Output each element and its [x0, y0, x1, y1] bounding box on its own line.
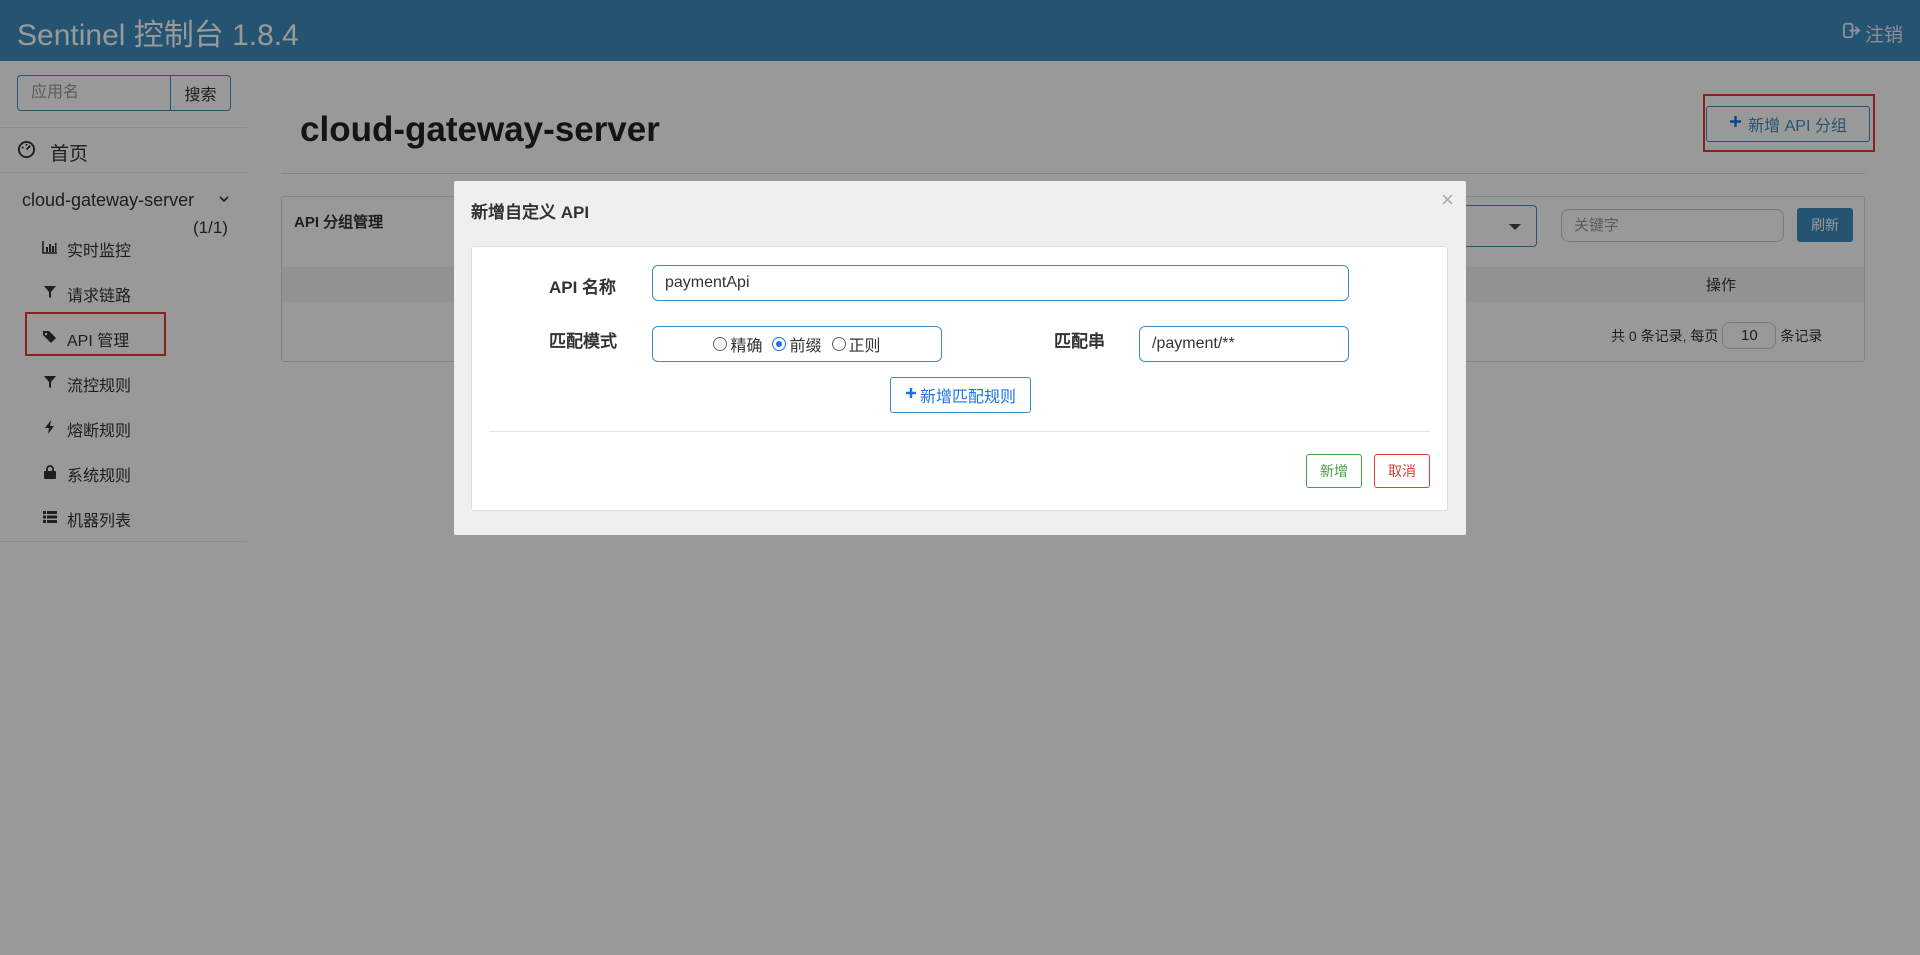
match-mode-radio-group: 精确 前缀 正则 [652, 326, 942, 362]
radio-prefix[interactable]: 前缀 [772, 332, 822, 356]
radio-exact-label: 精确 [730, 338, 763, 355]
match-string-input[interactable] [1139, 326, 1349, 362]
radio-exact-dot[interactable] [713, 337, 728, 351]
add-api-modal: 新增自定义 API × API 名称 匹配模式 精确 前缀 正则 匹配串 [454, 181, 1466, 535]
modal-title: 新增自定义 API [471, 203, 590, 222]
match-string-label: 匹配串 [1054, 332, 1105, 351]
radio-exact[interactable]: 精确 [713, 332, 762, 356]
modal-body: API 名称 匹配模式 精确 前缀 正则 匹配串 新增匹配规则 [471, 246, 1448, 511]
radio-regex-label: 正则 [848, 338, 881, 355]
add-match-rule-button[interactable]: 新增匹配规则 [890, 377, 1031, 413]
confirm-add-button[interactable]: 新增 [1306, 454, 1362, 488]
cancel-button[interactable]: 取消 [1374, 454, 1430, 488]
radio-regex-dot[interactable] [831, 337, 846, 351]
close-icon[interactable]: × [1441, 187, 1454, 213]
modal-divider [489, 431, 1430, 432]
radio-prefix-label: 前缀 [789, 338, 822, 355]
radio-prefix-dot[interactable] [772, 337, 787, 351]
match-mode-label: 匹配模式 [549, 332, 617, 351]
radio-regex[interactable]: 正则 [831, 332, 881, 356]
api-name-input[interactable] [652, 265, 1349, 301]
plus-icon [905, 386, 917, 404]
api-name-label: API 名称 [549, 278, 617, 297]
add-match-rule-label: 新增匹配规则 [919, 389, 1016, 406]
